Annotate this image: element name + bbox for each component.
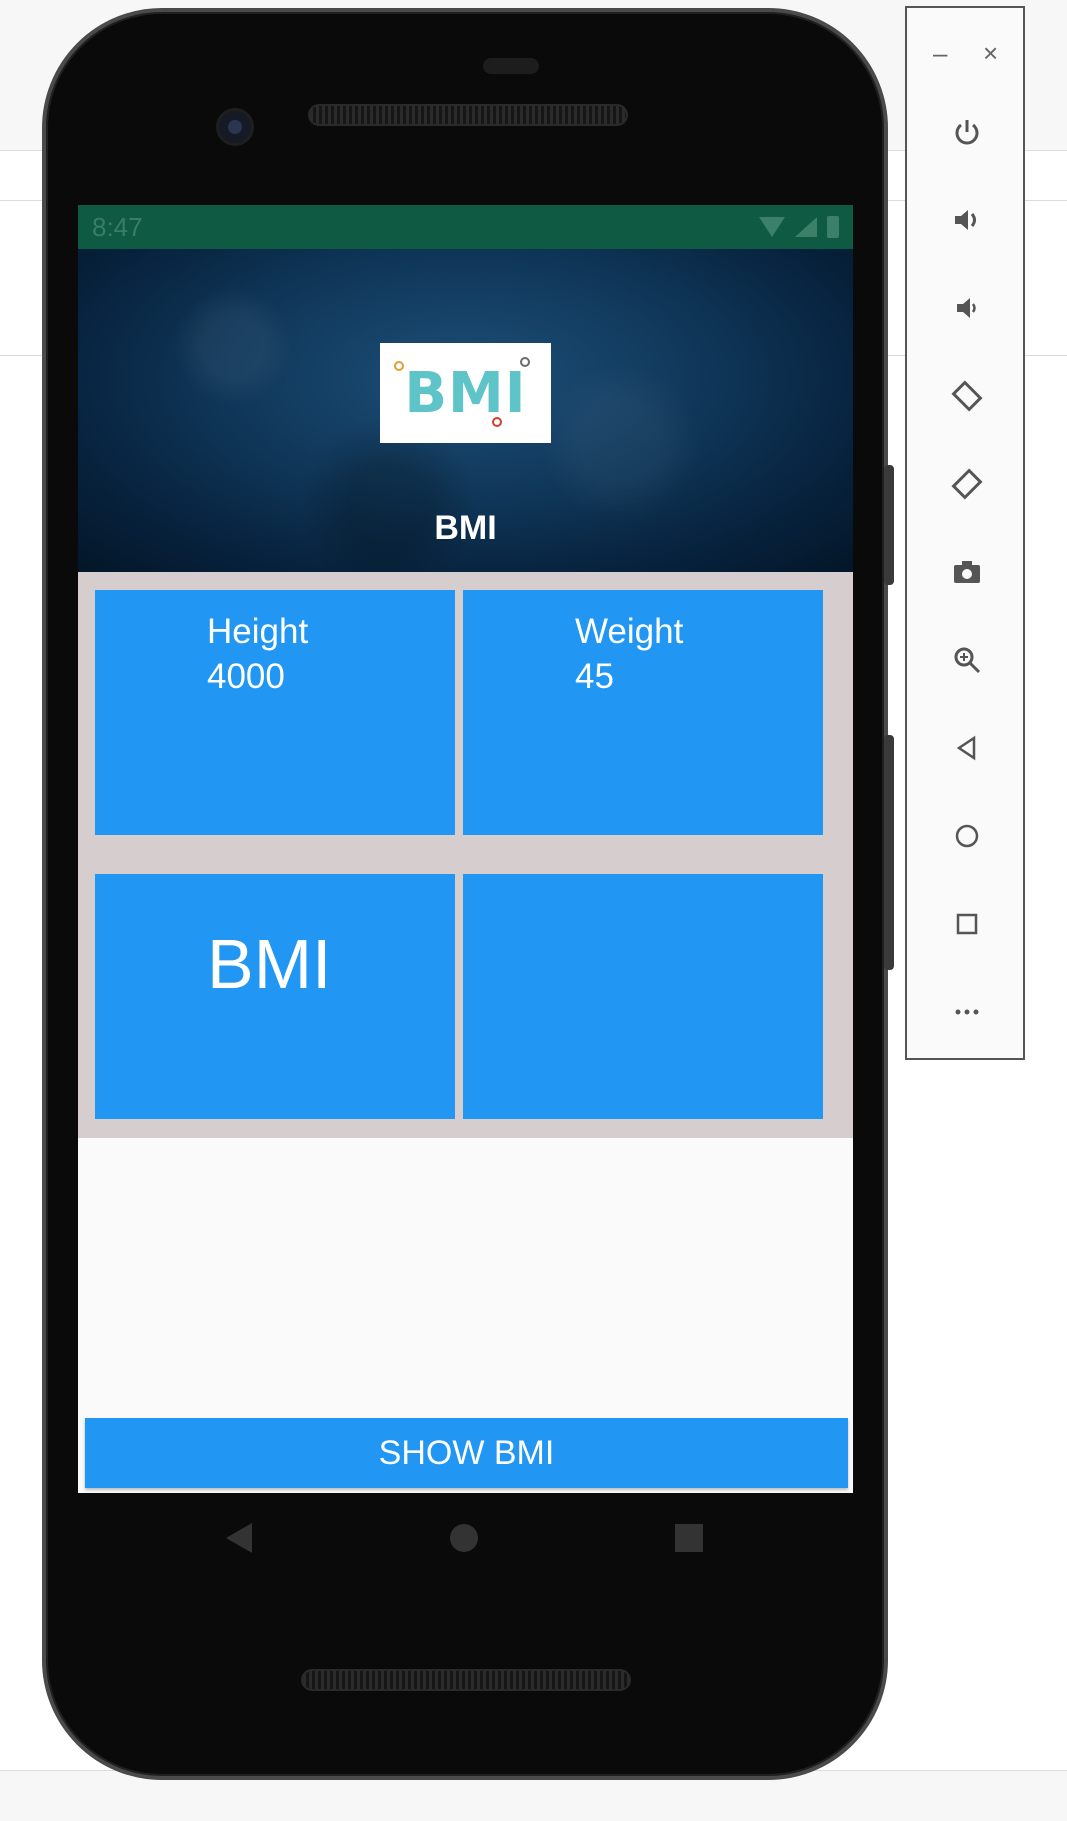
signal-icon [795, 217, 817, 237]
minimize-button[interactable]: – [933, 38, 947, 69]
logo-decoration [394, 361, 404, 371]
rotate-left-icon[interactable] [947, 376, 987, 416]
header-title: BMI [434, 509, 497, 547]
height-value: 4000 [207, 657, 285, 696]
weight-label: Weight [575, 612, 684, 651]
logo-text: BMI [404, 360, 527, 426]
earpiece [483, 58, 539, 74]
back-icon[interactable] [947, 728, 987, 768]
app-header: BMI BMI [78, 249, 853, 572]
wifi-icon [759, 217, 785, 237]
logo-decoration [492, 417, 502, 427]
result-tile[interactable] [463, 874, 823, 1119]
camera-icon[interactable] [947, 552, 987, 592]
rotate-right-icon[interactable] [947, 464, 987, 504]
phone-volume-button [884, 735, 894, 970]
overview-icon[interactable] [947, 904, 987, 944]
top-speaker [308, 104, 628, 126]
nav-home-icon[interactable] [450, 1524, 478, 1552]
battery-icon [827, 216, 839, 238]
emulator-toolbar: – × [905, 6, 1025, 1060]
height-label: Height [207, 612, 309, 651]
logo-decoration [520, 357, 530, 367]
bmi-tile[interactable]: BMI [95, 874, 455, 1119]
weight-tile[interactable]: Weight 45 [463, 590, 823, 835]
front-camera [216, 108, 254, 146]
show-bmi-button[interactable]: SHOW BMI [85, 1418, 848, 1488]
bmi-label: BMI [207, 925, 332, 1003]
nav-overview-icon[interactable] [675, 1524, 703, 1552]
status-icons [759, 216, 839, 238]
weight-value: 45 [575, 657, 614, 696]
bmi-logo: BMI [380, 343, 551, 443]
bottom-speaker [301, 1669, 631, 1691]
more-icon[interactable] [947, 992, 987, 1032]
phone-power-button [884, 465, 894, 585]
power-icon[interactable] [947, 112, 987, 152]
volume-up-icon[interactable] [947, 200, 987, 240]
status-bar: 8:47 [78, 205, 853, 249]
volume-down-icon[interactable] [947, 288, 987, 328]
nav-back-icon[interactable] [226, 1523, 252, 1553]
close-button[interactable]: × [983, 38, 998, 69]
tile-grid: Height 4000 Weight 45 BMI [78, 572, 853, 1138]
home-icon[interactable] [947, 816, 987, 856]
height-tile[interactable]: Height 4000 [95, 590, 455, 835]
status-time: 8:47 [92, 211, 143, 242]
app-screen: 8:47 BMI BMI Height 4000 Weight 45 BMI S… [78, 205, 853, 1493]
zoom-icon[interactable] [947, 640, 987, 680]
